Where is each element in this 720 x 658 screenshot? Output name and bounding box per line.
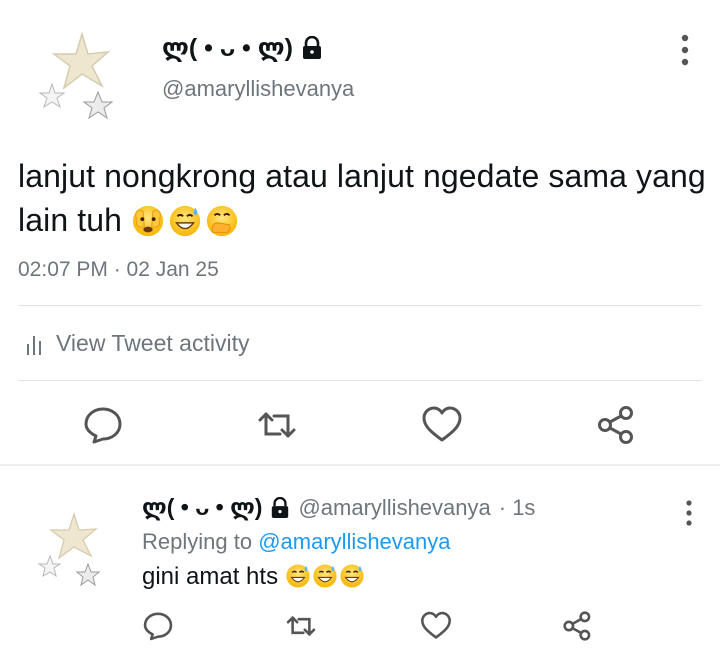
replying-to-link[interactable]: @amaryllishevanya bbox=[258, 529, 450, 554]
tweet-text: lanjut nongkrong atau lanjut ngedate sam… bbox=[18, 154, 708, 242]
section-divider bbox=[0, 464, 720, 466]
share-button[interactable] bbox=[562, 610, 594, 642]
share-button[interactable] bbox=[596, 404, 638, 446]
view-tweet-activity-link[interactable]: View Tweet activity bbox=[26, 330, 249, 357]
divider bbox=[18, 305, 702, 306]
reply-text: gini amat hts bbox=[142, 563, 366, 591]
more-vertical-icon[interactable] bbox=[678, 498, 700, 528]
grinning-sweat-icon bbox=[339, 563, 365, 589]
grinning-sweat-icon bbox=[312, 563, 338, 589]
reply-header: ლ( • ᴗ • ლ) @amaryllishevanya · 1s bbox=[142, 494, 535, 521]
replying-prefix: Replying to bbox=[142, 529, 253, 554]
heart-icon bbox=[420, 611, 452, 639]
like-button[interactable] bbox=[420, 610, 452, 642]
avatar[interactable] bbox=[36, 511, 108, 594]
author-name-text: ლ( • ᴗ • ლ) bbox=[162, 34, 293, 62]
bar-chart-icon bbox=[27, 335, 41, 355]
author-display-name[interactable]: ლ( • ᴗ • ლ) bbox=[162, 33, 323, 63]
heart-icon bbox=[422, 406, 462, 442]
reply-author-name[interactable]: ლ( • ᴗ • ლ) bbox=[142, 494, 262, 521]
avatar[interactable] bbox=[36, 30, 122, 126]
reply-author-handle[interactable]: @amaryllishevanya bbox=[298, 495, 490, 521]
stars-avatar-icon bbox=[37, 511, 101, 587]
tweet-timestamp: 02:07 PM · 02 Jan 25 bbox=[18, 258, 219, 281]
tweet-body: lanjut nongkrong atau lanjut ngedate sam… bbox=[18, 158, 706, 238]
reply-button[interactable] bbox=[142, 610, 174, 642]
replying-to-line: Replying to @amaryllishevanya bbox=[142, 529, 451, 555]
grinning-sweat-icon bbox=[168, 204, 202, 238]
activity-label: View Tweet activity bbox=[56, 330, 250, 356]
stars-avatar-icon bbox=[38, 31, 114, 120]
like-button[interactable] bbox=[421, 404, 463, 446]
lock-icon bbox=[301, 35, 323, 60]
face-peeking-icon bbox=[131, 204, 165, 238]
retweet-icon bbox=[286, 616, 316, 636]
author-handle[interactable]: @amaryllishevanya bbox=[162, 76, 354, 102]
retweet-button[interactable] bbox=[285, 610, 317, 642]
reply-body: gini amat hts bbox=[142, 563, 279, 590]
reply-icon bbox=[143, 612, 173, 641]
reply-time: · 1s bbox=[498, 494, 536, 520]
share-icon bbox=[563, 611, 591, 641]
lock-icon bbox=[270, 496, 290, 519]
grinning-sweat-icon bbox=[285, 563, 311, 589]
divider bbox=[18, 380, 702, 381]
reply-button[interactable] bbox=[82, 404, 124, 446]
retweet-button[interactable] bbox=[256, 404, 298, 446]
hand-over-mouth-icon bbox=[205, 204, 239, 238]
share-icon bbox=[598, 406, 633, 444]
more-vertical-icon[interactable] bbox=[672, 32, 698, 68]
retweet-icon bbox=[258, 412, 296, 438]
reply-icon bbox=[84, 407, 122, 444]
